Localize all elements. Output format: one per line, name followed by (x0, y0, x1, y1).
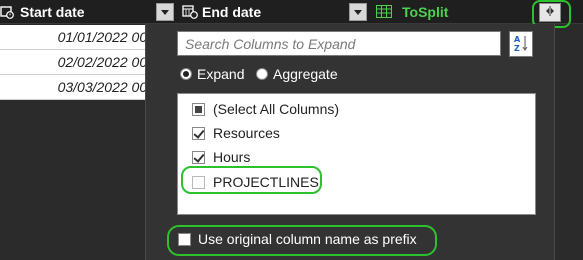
end-date-filter-button[interactable] (349, 3, 367, 21)
checkbox[interactable] (192, 102, 205, 116)
radio-button[interactable] (180, 68, 192, 80)
radio-aggregate[interactable]: Aggregate (256, 66, 338, 82)
radio-expand[interactable]: Expand (180, 66, 244, 82)
cell-value: 02/02/2022 00: (57, 54, 145, 70)
svg-text:A: A (514, 35, 521, 44)
cell-value: 03/03/2022 00: (57, 79, 145, 95)
start-date-filter-button[interactable] (156, 3, 174, 21)
radio-label: Aggregate (273, 66, 338, 82)
item-label: Resources (213, 125, 280, 141)
prefix-highlight (167, 225, 437, 256)
sort-button[interactable]: AZ (509, 31, 533, 57)
table-row: 02/02/2022 00: (0, 50, 145, 75)
column-header-tosplit[interactable]: ToSplit (376, 0, 448, 24)
calendar-clock-icon (0, 5, 14, 19)
radio-label: Expand (197, 66, 245, 82)
table-icon (376, 5, 392, 19)
column-list[interactable]: (Select All Columns) Resources Hours PRO… (177, 93, 536, 215)
cell-value: 01/01/2022 00: (57, 29, 145, 45)
checkbox[interactable] (192, 150, 205, 164)
sort-az-icon: AZ (513, 34, 529, 54)
svg-text:Z: Z (514, 44, 520, 52)
column-label: Start date (20, 4, 85, 20)
start-date-column: 01/01/2022 00: 02/02/2022 00: 03/03/2022… (0, 25, 145, 100)
list-item-select-all[interactable]: (Select All Columns) (192, 101, 339, 117)
projectlines-highlight (181, 166, 322, 194)
list-item-hours[interactable]: Hours (192, 149, 250, 165)
item-label: Hours (213, 149, 251, 165)
column-label: End date (202, 4, 262, 20)
column-header-start-date[interactable]: Start date (0, 0, 85, 24)
search-columns-input[interactable]: Search Columns to Expand (177, 31, 501, 56)
checkbox[interactable] (192, 126, 205, 140)
column-header-end-date[interactable]: End date (182, 0, 261, 24)
radio-button[interactable] (256, 68, 268, 80)
list-item-resources[interactable]: Resources (192, 125, 280, 141)
table-row: 03/03/2022 00: (0, 75, 145, 100)
table-row: 01/01/2022 00: (0, 25, 145, 50)
column-label: ToSplit (402, 4, 449, 20)
calendar-clock-icon (182, 5, 198, 19)
item-label: (Select All Columns) (213, 101, 340, 117)
column-header-bar: Start date End date ToSplit (0, 0, 583, 24)
